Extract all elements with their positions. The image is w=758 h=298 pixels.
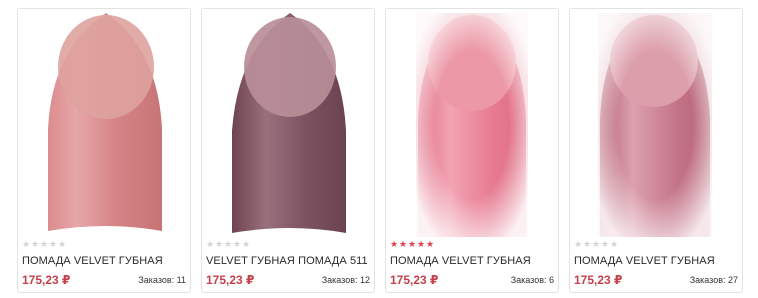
orders-count: Заказов: 11 (138, 275, 186, 285)
product-image[interactable] (202, 9, 374, 241)
star-icon: ★ (390, 239, 399, 249)
product-image[interactable] (570, 9, 742, 241)
star-icon: ★ (215, 239, 224, 249)
star-icon: ★ (22, 239, 31, 249)
star-icon: ★ (583, 239, 592, 249)
star-icon: ★ (610, 239, 619, 249)
star-icon: ★ (40, 239, 49, 249)
star-icon: ★ (592, 239, 601, 249)
star-icon: ★ (224, 239, 233, 249)
product-title[interactable]: ПОМАДА VELVET ГУБНАЯ (22, 255, 188, 267)
product-title[interactable]: ПОМАДА VELVET ГУБНАЯ (390, 255, 556, 267)
star-icon: ★ (242, 239, 251, 249)
star-icon: ★ (58, 239, 67, 249)
product-title[interactable]: VELVET ГУБНАЯ ПОМАДА 511 (206, 255, 372, 267)
star-rating: ★ ★ ★ ★ ★ (574, 240, 618, 249)
star-icon: ★ (206, 239, 215, 249)
star-icon: ★ (233, 239, 242, 249)
product-price: 175,23 ₽ (574, 273, 623, 287)
star-rating: ★ ★ ★ ★ ★ (390, 240, 434, 249)
star-icon: ★ (399, 239, 408, 249)
product-card[interactable]: ★ ★ ★ ★ ★ VELVET ГУБНАЯ ПОМАДА 511 175,2… (201, 8, 375, 293)
orders-count: Заказов: 27 (689, 275, 738, 285)
star-icon: ★ (426, 239, 435, 249)
orders-count: Заказов: 12 (321, 275, 370, 285)
product-image[interactable] (18, 9, 190, 241)
product-title[interactable]: ПОМАДА VELVET ГУБНАЯ (574, 255, 740, 267)
star-rating: ★ ★ ★ ★ ★ (206, 240, 250, 249)
orders-count: Заказов: 6 (510, 275, 554, 285)
product-price: 175,23 ₽ (206, 273, 255, 287)
product-image[interactable] (386, 9, 558, 241)
star-icon: ★ (31, 239, 40, 249)
product-grid: ★ ★ ★ ★ ★ ПОМАДА VELVET ГУБНАЯ 175,23 ₽ … (0, 0, 758, 298)
product-card[interactable]: ★ ★ ★ ★ ★ ПОМАДА VELVET ГУБНАЯ 175,23 ₽ … (17, 8, 191, 293)
product-card[interactable]: ★ ★ ★ ★ ★ ПОМАДА VELVET ГУБНАЯ 175,23 ₽ … (569, 8, 743, 293)
star-icon: ★ (408, 239, 417, 249)
star-icon: ★ (601, 239, 610, 249)
star-icon: ★ (417, 239, 426, 249)
product-card[interactable]: ★ ★ ★ ★ ★ ПОМАДА VELVET ГУБНАЯ 175,23 ₽ … (385, 8, 559, 293)
star-icon: ★ (49, 239, 58, 249)
star-icon: ★ (574, 239, 583, 249)
star-rating: ★ ★ ★ ★ ★ (22, 240, 66, 249)
product-price: 175,23 ₽ (22, 273, 71, 287)
product-price: 175,23 ₽ (390, 273, 439, 287)
